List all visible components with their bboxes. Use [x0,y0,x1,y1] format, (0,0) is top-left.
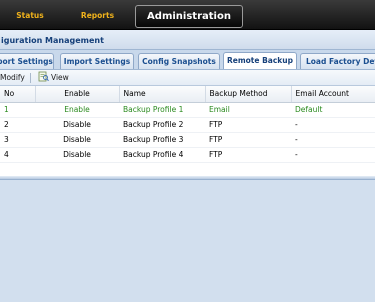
column-header-backup-method[interactable]: Backup Method [205,86,292,103]
tab-remote-backup[interactable]: Remote Backup [223,52,297,69]
tab-export-settings[interactable]: port Settings [0,53,54,69]
cell-email-account: Default [291,102,375,118]
toolbar-separator [30,73,31,83]
cell-email-account: - [291,132,375,148]
table-row[interactable]: 4 Disable Backup Profile 4 FTP - [0,147,375,163]
section-title: iguration Management [0,30,375,50]
modify-button[interactable]: Modify [0,70,25,86]
cell-enable: Disable [35,132,119,148]
view-button[interactable]: View [38,70,69,86]
nav-tab-administration[interactable]: Administration [135,5,243,28]
tab-import-settings[interactable]: Import Settings [60,53,134,69]
cell-backup-method: FTP [205,147,291,163]
cell-backup-method: FTP [205,132,291,148]
tab-load-factory-defaults[interactable]: Load Factory Defa [300,53,375,69]
view-label: View [51,73,69,82]
nav-tab-status[interactable]: Status [0,4,60,26]
cell-name: Backup Profile 1 [119,102,205,118]
cell-backup-method: Email [205,102,291,118]
cell-enable: Disable [35,117,119,133]
cell-no: 1 [0,102,35,118]
cell-enable: Disable [35,147,119,163]
remote-backup-table: No Enable Name Backup Method Email Accou… [0,86,375,176]
panel-bottom-border [0,176,375,180]
nav-tab-reports[interactable]: Reports [60,4,135,26]
cell-name: Backup Profile 4 [119,147,205,163]
toolbar: Modify View [0,69,375,86]
cell-enable: Enable [35,102,119,118]
table-row[interactable]: 2 Disable Backup Profile 2 FTP - [0,117,375,133]
cell-email-account: - [291,117,375,133]
table-header-row: No Enable Name Backup Method Email Accou… [0,86,375,103]
cell-no: 3 [0,132,35,148]
cell-name: Backup Profile 3 [119,132,205,148]
cell-name: Backup Profile 2 [119,117,205,133]
table-row[interactable]: 1 Enable Backup Profile 1 Email Default [0,102,375,118]
column-header-no[interactable]: No [0,86,36,103]
column-header-email-account[interactable]: Email Account [291,86,375,103]
column-header-name[interactable]: Name [119,86,206,103]
cell-backup-method: FTP [205,117,291,133]
table-row[interactable]: 3 Disable Backup Profile 3 FTP - [0,132,375,148]
column-header-enable[interactable]: Enable [35,86,120,103]
subtab-bar: port Settings Import Settings Config Sna… [0,50,375,69]
tab-config-snapshots[interactable]: Config Snapshots [138,53,220,69]
top-navigation-bar: Status Reports Administration [0,0,375,30]
cell-email-account: - [291,147,375,163]
cell-no: 4 [0,147,35,163]
cell-no: 2 [0,117,35,133]
view-icon [38,71,49,82]
